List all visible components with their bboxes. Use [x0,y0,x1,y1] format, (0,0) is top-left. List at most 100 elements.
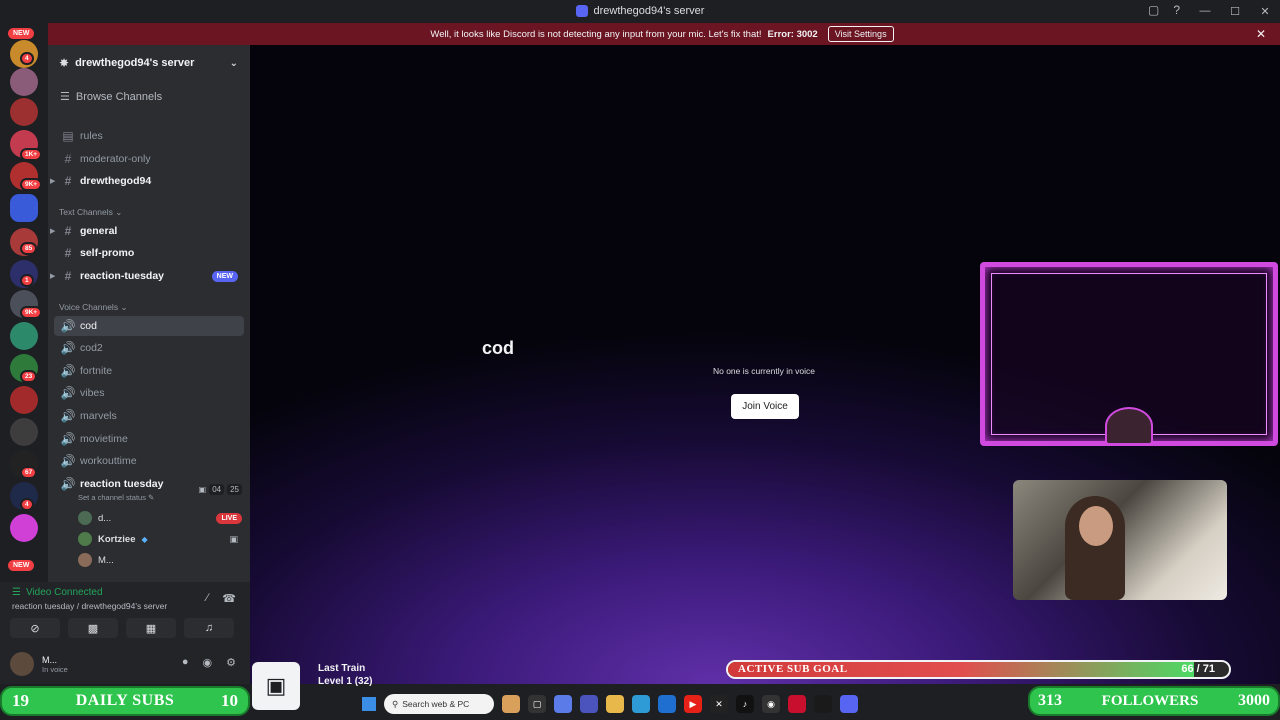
taskbar-search[interactable]: ⚲ Search web & PC [384,694,494,714]
channel-label: rules [80,130,103,142]
avatar[interactable] [10,652,34,676]
channel-reaction-tuesday[interactable]: ▶ # reaction-tuesday NEW [50,266,244,286]
server-icon-selected[interactable] [10,194,38,222]
voice-channel-cod2[interactable]: 🔊 cod2 [54,338,244,358]
maximize-button[interactable]: ☐ [1220,5,1250,18]
minimize-button[interactable]: — [1190,5,1220,17]
channel-label: cod2 [80,342,103,354]
channel-label: vibes [80,387,105,399]
server-badge: 9K+ [20,306,43,319]
daily-subs-bar: 19 DAILY SUBS 10 [0,686,250,716]
category-text-channels[interactable]: Text Channels ⌄ [59,207,122,218]
app-icon[interactable] [788,695,806,713]
obs-icon[interactable]: ◉ [762,695,780,713]
user-panel: M... In voice ● ◉ ⚙ [0,644,250,684]
voice-channel-marvels[interactable]: 🔊 marvels [54,406,244,426]
sub-goal-label: ACTIVE SUB GOAL [738,663,848,675]
voice-member[interactable]: M... [78,551,114,569]
voice-channel-movietime[interactable]: 🔊 movietime [54,429,244,449]
server-header[interactable]: ✸ drewthegod94's server ⌄ [48,45,250,81]
category-label: Voice Channels [59,302,119,312]
activity-button[interactable]: ▦ [126,618,176,638]
voice-member[interactable]: Kortziee ◆ [78,530,148,548]
voice-channel-cod[interactable]: 🔊 cod [54,316,244,336]
edge-icon[interactable] [632,695,650,713]
followers-left: 313 [1038,692,1062,709]
voice-channel-workouttime[interactable]: 🔊 workouttime [54,451,244,471]
speaker-icon: 🔊 [60,341,76,355]
channel-rules[interactable]: ▤ rules [54,126,244,146]
server-icon[interactable] [10,514,38,542]
server-gear-icon: ✸ [59,56,70,70]
mic-error-banner: Well, it looks like Discord is not detec… [44,23,1280,45]
channel-drewthegod94[interactable]: ▶ # drewthegod94 [50,171,244,191]
task-view-icon[interactable]: ▢ [528,695,546,713]
channel-moderator-only[interactable]: # moderator-only [54,149,244,169]
camera-off-button[interactable]: ⊘ [10,618,60,638]
daily-subs-right: 10 [221,691,238,710]
inbox-icon[interactable]: ▢ [1148,3,1159,17]
channel-label: general [80,225,118,237]
store-icon[interactable] [658,695,676,713]
server-badge: 1 [20,274,34,287]
banner-message: Well, it looks like Discord is not detec… [430,28,762,40]
category-voice-channels[interactable]: Voice Channels ⌄ [59,302,128,313]
server-icon[interactable] [10,322,38,350]
close-icon[interactable]: ✕ [1256,27,1266,41]
meta-count-a: 04 [209,484,225,495]
hash-icon: # [64,269,72,283]
camera-icon: ▣ [229,534,238,544]
file-explorer-icon[interactable] [606,695,624,713]
channel-self-promo[interactable]: # self-promo [54,243,244,263]
webcam-feed [1013,480,1227,600]
windows-start-icon[interactable] [362,697,376,711]
webcam-face [1079,506,1113,546]
server-icon[interactable] [10,68,38,96]
voice-channel-vibes[interactable]: 🔊 vibes [54,383,244,403]
category-label: Text Channels [59,207,113,217]
hash-icon: # [64,246,72,260]
gear-icon[interactable]: ⚙ [226,656,236,669]
browse-channels[interactable]: ☰ Browse Channels [60,90,162,104]
voice-connected-status[interactable]: ☰ Video Connected [12,587,103,598]
channel-label: self-promo [80,247,135,259]
visit-settings-button[interactable]: Visit Settings [827,26,894,42]
copilot-icon[interactable] [554,695,572,713]
channel-label: workouttime [80,455,137,467]
youtube-icon[interactable]: ▶ [684,695,702,713]
channel-general[interactable]: ▶ # general [50,221,244,241]
capcut-icon[interactable]: ✕ [710,695,728,713]
taskbar-app-icon[interactable] [502,695,520,713]
soundboard-button[interactable]: ♫ [184,618,234,638]
server-badge: 1K+ [20,148,43,161]
noise-suppression-icon[interactable]: ∕ [206,592,208,605]
microphone-icon[interactable]: ● [182,656,189,669]
voice-location[interactable]: reaction tuesday / drewthegod94's server [12,601,167,611]
close-window-button[interactable]: ✕ [1250,5,1280,18]
screen-share-button[interactable]: ▩ [68,618,118,638]
help-icon[interactable]: ? [1173,3,1180,17]
channel-label: cod [80,320,97,332]
server-badge: 9K+ [20,178,43,191]
hash-icon: # [64,174,72,188]
server-rail: NEW 4 1K+ 9K+ 85 1 9K+ 23 67 4 NEW [0,22,48,582]
chevron-down-icon: ⌄ [229,57,238,69]
tiktok-icon[interactable]: ♪ [736,695,754,713]
voice-member[interactable]: d... [78,509,111,527]
server-icon[interactable] [10,386,38,414]
avatar [78,532,92,546]
meta-count-b: 25 [227,484,242,495]
disconnect-icon[interactable]: ☎ [222,592,236,605]
game-icon[interactable] [814,695,832,713]
server-badge: 4 [20,52,34,65]
new-tag: NEW [211,270,238,282]
headphones-icon[interactable]: ◉ [203,656,213,669]
channel-status[interactable]: Set a channel status ✎ [78,493,154,502]
join-voice-button[interactable]: Join Voice [731,394,799,419]
speaker-icon: 🔊 [60,319,76,333]
server-icon[interactable] [10,418,38,446]
channel-label: reaction-tuesday [80,270,165,282]
server-icon[interactable] [10,98,38,126]
discord-taskbar-icon[interactable] [840,695,858,713]
teams-icon[interactable] [580,695,598,713]
